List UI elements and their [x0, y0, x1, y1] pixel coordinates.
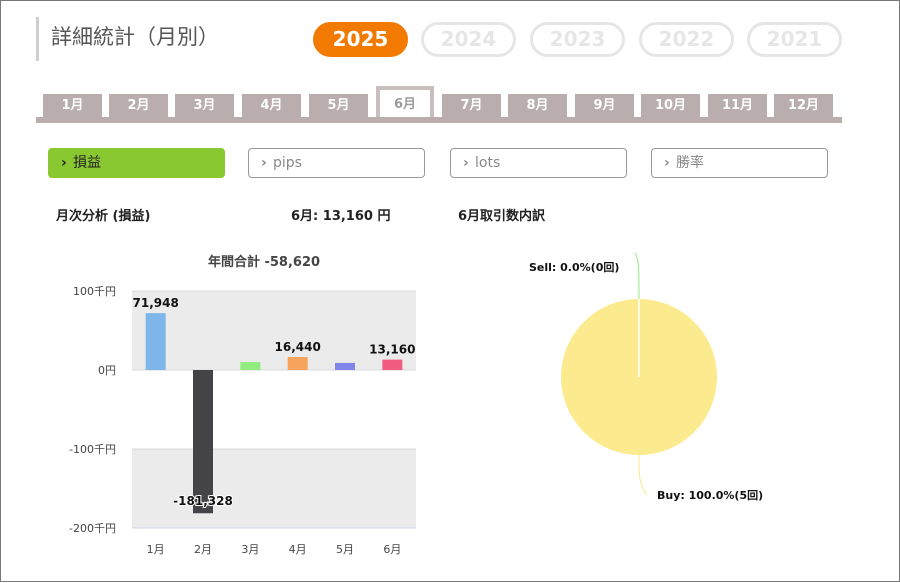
pie-connector-buy: [638, 454, 648, 496]
pie-label-sell: Sell: 0.0%(0回): [529, 260, 619, 274]
pie-label-buy: Buy: 100.0%(5回): [657, 488, 763, 502]
trade-breakdown-pie-chart: Sell: 0.0%(0回) Buy: 100.0%(5回): [529, 252, 763, 502]
pie-connector-sell: [634, 252, 640, 300]
page-frame: 詳細統計（月別） 2025 2024 2023 2022 2021 1月 2月 3月 4月 5月…: [0, 0, 900, 582]
